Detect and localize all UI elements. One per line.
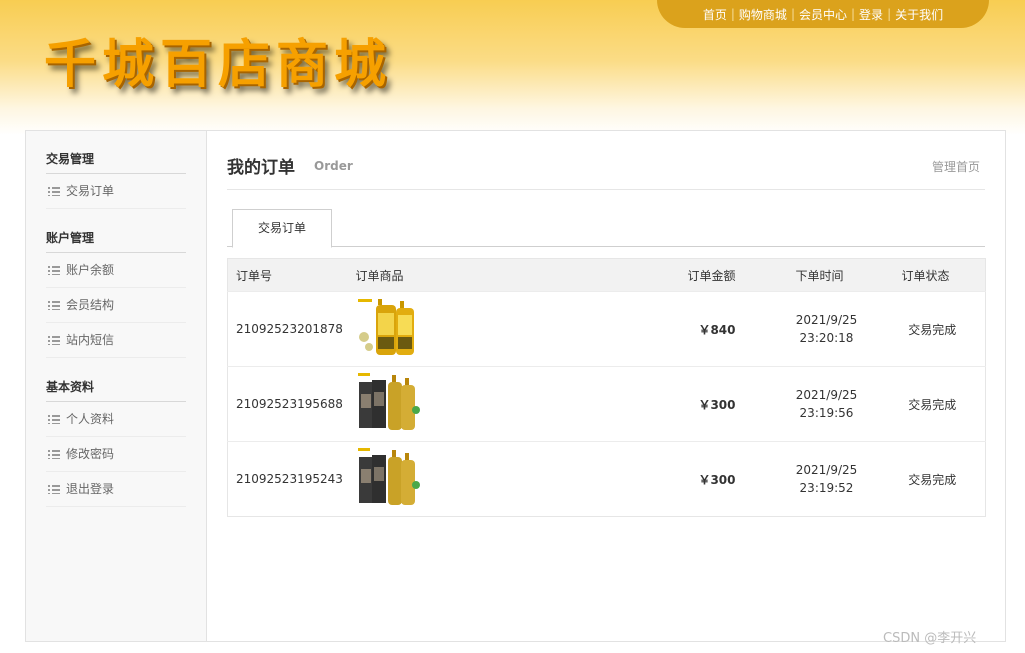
tab-trade-orders[interactable]: 交易订单 <box>232 209 332 248</box>
sidebar-item-messages[interactable]: 站内短信 <box>46 323 186 358</box>
sidebar-item-profile[interactable]: 个人资料 <box>46 402 186 437</box>
order-time: 2021/9/25 23:19:52 <box>773 441 880 517</box>
order-clock: 23:19:56 <box>799 406 854 420</box>
order-number: 21092523201878 <box>227 291 348 367</box>
order-time: 2021/9/25 23:20:18 <box>773 291 880 367</box>
sidebar-item-label: 交易订单 <box>66 184 115 198</box>
list-icon <box>48 449 60 459</box>
order-date: 2021/9/25 <box>795 463 858 477</box>
column-header-status: 订单状态 <box>879 258 986 292</box>
nav-separator: | <box>851 7 856 21</box>
table-row[interactable]: 21092523201878 ￥840 2021/9/25 23:20:18 交… <box>227 291 986 367</box>
list-icon <box>48 335 60 345</box>
order-status: 交易完成 <box>879 366 986 442</box>
order-number: 21092523195688 <box>227 366 348 442</box>
nav-shop-link[interactable]: 购物商城 <box>739 6 787 23</box>
sidebar-item-label: 账户余额 <box>66 263 115 277</box>
product-cell <box>347 441 638 517</box>
nav-home-link[interactable]: 首页 <box>703 6 727 23</box>
order-time: 2021/9/25 23:19:56 <box>773 366 880 442</box>
list-icon <box>48 265 60 275</box>
order-clock: 23:20:18 <box>799 331 854 345</box>
top-nav: 首页 | 购物商城 | 会员中心 | 登录 | 关于我们 <box>657 0 989 28</box>
order-amount: ￥300 <box>637 366 774 442</box>
sidebar-group-title: 基本资料 <box>46 373 186 402</box>
order-number: 21092523195243 <box>227 441 348 517</box>
header: 首页 | 购物商城 | 会员中心 | 登录 | 关于我们 千城百店商城 <box>0 0 1025 135</box>
nav-separator: | <box>790 7 795 21</box>
sidebar-group-title: 账户管理 <box>46 224 186 253</box>
page-title: 我的订单 <box>227 158 295 178</box>
product-cell <box>347 291 638 367</box>
nav-member-center-link[interactable]: 会员中心 <box>799 6 847 23</box>
sidebar: 交易管理 交易订单 账户管理 账户余额 会员结构 站内短信 基本资料 个人资料 … <box>26 131 207 641</box>
sidebar-item-label: 站内短信 <box>66 333 115 347</box>
order-amount: ￥300 <box>637 441 774 517</box>
order-status: 交易完成 <box>879 441 986 517</box>
sidebar-item-trade-orders[interactable]: 交易订单 <box>46 174 186 209</box>
table-header-row: 订单号 订单商品 订单金额 下单时间 订单状态 <box>227 258 986 292</box>
nav-separator: | <box>730 7 735 21</box>
order-date: 2021/9/25 <box>795 313 858 327</box>
page-header: 我的订单 Order 管理首页 <box>227 151 985 190</box>
product-thumbnail-icon[interactable] <box>355 296 420 359</box>
column-header-products: 订单商品 <box>347 258 638 292</box>
sidebar-group-account: 账户管理 账户余额 会员结构 站内短信 <box>46 224 186 358</box>
list-icon <box>48 300 60 310</box>
order-clock: 23:19:52 <box>799 481 854 495</box>
sidebar-item-label: 退出登录 <box>66 482 115 496</box>
sidebar-item-logout[interactable]: 退出登录 <box>46 472 186 507</box>
order-amount: ￥840 <box>637 291 774 367</box>
product-thumbnail-icon[interactable] <box>355 446 420 509</box>
product-thumbnail-icon[interactable] <box>355 371 420 434</box>
nav-about-link[interactable]: 关于我们 <box>895 6 943 23</box>
table-row[interactable]: 21092523195688 ￥300 2021/9/25 23:19:56 交… <box>227 366 986 442</box>
list-icon <box>48 186 60 196</box>
order-status: 交易完成 <box>879 291 986 367</box>
column-header-amount: 订单金额 <box>637 258 774 292</box>
sidebar-item-balance[interactable]: 账户余额 <box>46 253 186 288</box>
site-logo[interactable]: 千城百店商城 <box>44 22 392 97</box>
sidebar-group-profile: 基本资料 个人资料 修改密码 退出登录 <box>46 373 186 507</box>
page-subtitle: Order <box>314 159 353 173</box>
sidebar-item-member-structure[interactable]: 会员结构 <box>46 288 186 323</box>
nav-login-link[interactable]: 登录 <box>859 6 883 23</box>
nav-separator: | <box>887 7 892 21</box>
sidebar-item-label: 个人资料 <box>66 412 115 426</box>
product-cell <box>347 366 638 442</box>
sidebar-item-label: 修改密码 <box>66 447 115 461</box>
column-header-order-no: 订单号 <box>227 258 348 292</box>
sidebar-item-change-password[interactable]: 修改密码 <box>46 437 186 472</box>
list-icon <box>48 414 60 424</box>
orders-table: 订单号 订单商品 订单金额 下单时间 订单状态 21092523201878 ￥… <box>227 258 986 517</box>
list-icon <box>48 484 60 494</box>
order-date: 2021/9/25 <box>795 388 858 402</box>
column-header-order-time: 下单时间 <box>773 258 880 292</box>
table-row[interactable]: 21092523195243 ￥300 2021/9/25 23:19:52 交… <box>227 441 986 517</box>
admin-home-link[interactable]: 管理首页 <box>932 158 980 175</box>
watermark-text: CSDN @李开兴 <box>883 631 977 646</box>
content-frame: 交易管理 交易订单 账户管理 账户余额 会员结构 站内短信 基本资料 个人资料 … <box>25 130 1006 642</box>
sidebar-item-label: 会员结构 <box>66 298 115 312</box>
tab-bar: 交易订单 <box>227 209 985 248</box>
sidebar-group-trade: 交易管理 交易订单 <box>46 145 186 209</box>
sidebar-group-title: 交易管理 <box>46 145 186 174</box>
main-content: 我的订单 Order 管理首页 交易订单 订单号 订单商品 订单金额 下单时间 … <box>227 131 986 641</box>
